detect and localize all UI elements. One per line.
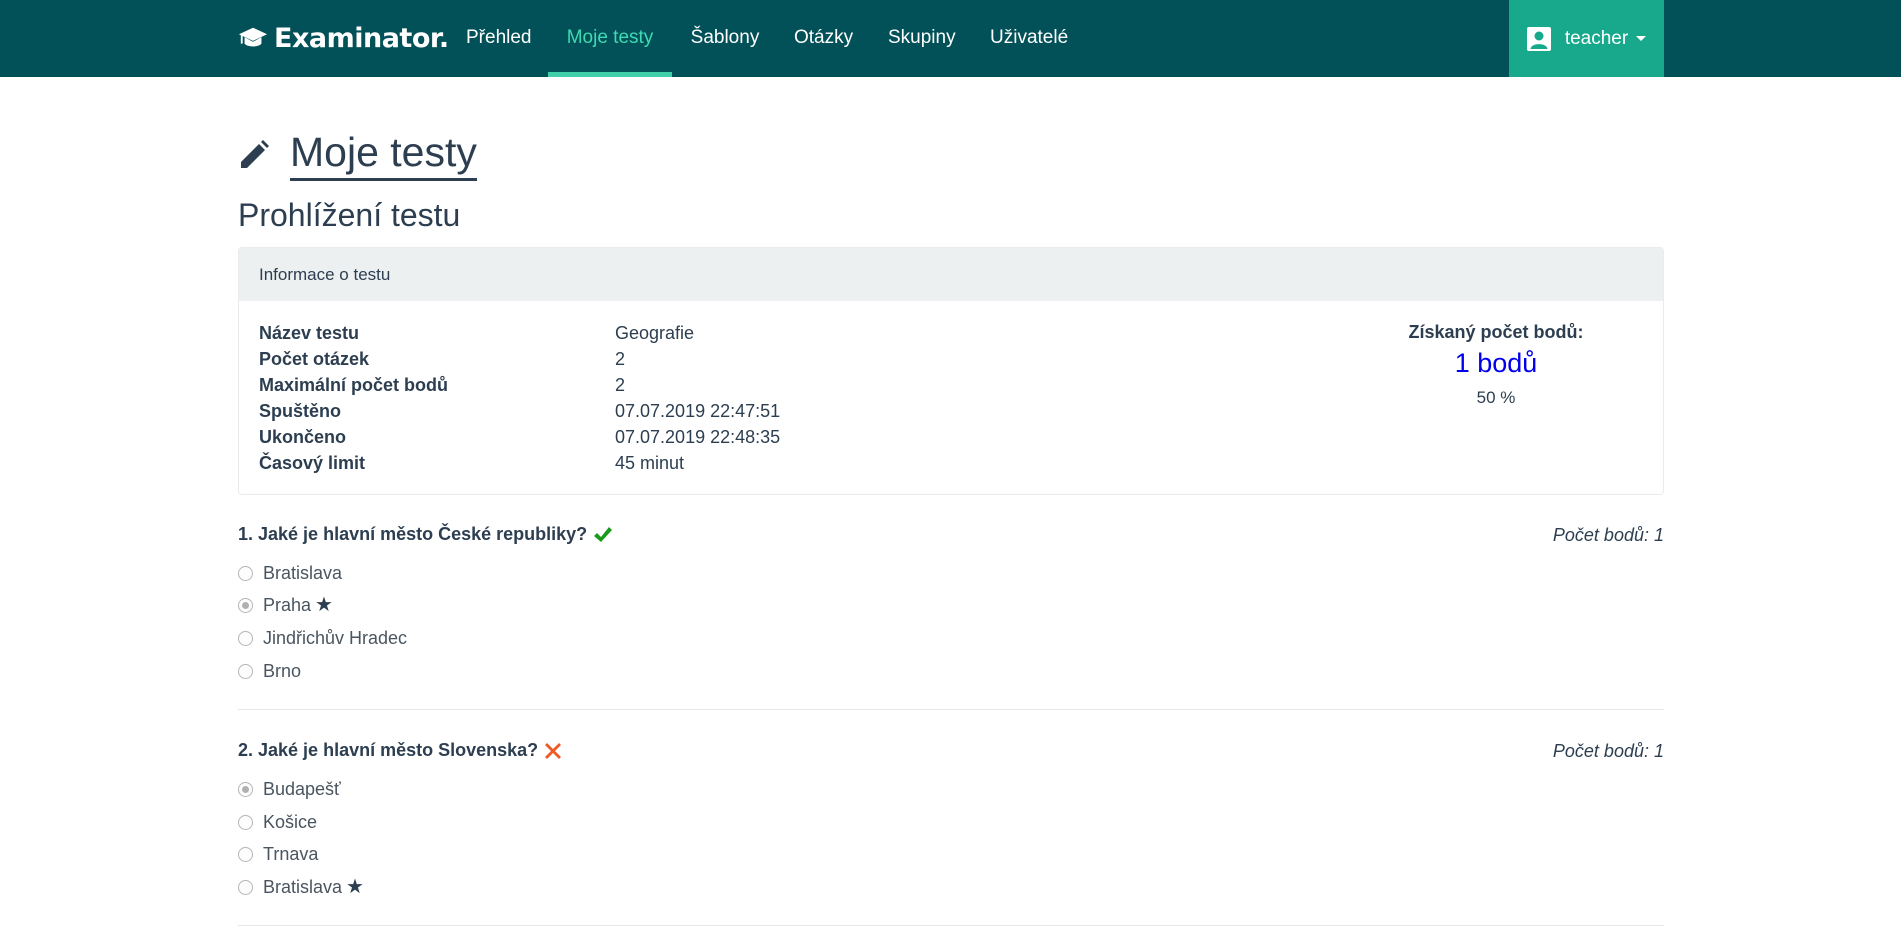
check-icon — [594, 526, 613, 542]
info-value-started: 07.07.2019 22:47:51 — [615, 401, 781, 421]
graduation-cap-icon — [238, 27, 268, 47]
score-label: Získaný počet bodů: — [1408, 322, 1584, 342]
score-percent: 50 % — [1476, 388, 1516, 407]
info-label-started: Spuštěno — [259, 401, 342, 421]
answer-label: Jindřichův Hradec — [263, 627, 408, 648]
answer-label: Praha — [263, 594, 312, 615]
radio-button[interactable] — [238, 846, 253, 862]
answer-option[interactable]: Trnava — [238, 844, 318, 864]
cross-icon — [545, 742, 562, 759]
radio-button[interactable] — [238, 565, 253, 581]
question-title: 1. Jaké je hlavní město České republiky? — [238, 524, 613, 545]
answer-label: Bratislava — [263, 562, 343, 583]
nav-item-prehled[interactable]: Přehled — [466, 0, 532, 77]
answer-option[interactable]: Brno — [238, 661, 301, 681]
nav-item-moje-testy[interactable]: Moje testy — [548, 0, 672, 77]
question-points: Počet bodů: 1 — [1552, 525, 1664, 545]
info-label-name: Název testu — [259, 323, 360, 343]
nav-item-uzivatele[interactable]: Uživatelé — [990, 0, 1068, 77]
info-label-time-limit: Časový limit — [259, 453, 366, 473]
question-text: 2. Jaké je hlavní město Slovenska? — [238, 740, 539, 760]
radio-button[interactable] — [238, 663, 253, 679]
test-info-card: Informace o testu Název testu Geografie … — [238, 247, 1664, 495]
info-value-name: Geografie — [615, 323, 695, 343]
answer-option[interactable]: Bratislava ★ — [238, 877, 364, 897]
info-label-max-points: Maximální počet bodů — [259, 375, 449, 395]
answer-option[interactable]: Praha ★ — [238, 595, 333, 615]
chevron-down-icon — [1636, 36, 1647, 41]
nav-item-otazky[interactable]: Otázky — [794, 0, 853, 77]
card-header: Informace o testu — [239, 248, 1663, 301]
answer-label: Brno — [263, 660, 302, 681]
page-subtitle: Prohlížení testu — [238, 197, 461, 233]
navbar: Examinator. Přehled Moje testy Šablony O… — [0, 0, 1901, 77]
info-value-question-count: 2 — [615, 349, 626, 369]
answer-label: Trnava — [263, 843, 319, 864]
answer-option[interactable]: Bratislava — [238, 563, 342, 583]
info-label-finished: Ukončeno — [259, 427, 347, 447]
radio-button-selected[interactable] — [238, 781, 253, 797]
star-icon: ★ — [346, 876, 364, 898]
answer-option[interactable]: Jindřichův Hradec — [238, 628, 407, 648]
page-title-link[interactable]: Moje testy — [290, 128, 477, 181]
divider — [238, 709, 1664, 710]
answer-label: Bratislava — [263, 876, 343, 897]
answer-option[interactable]: Budapešť — [238, 779, 341, 799]
star-icon: ★ — [315, 594, 333, 616]
radio-button[interactable] — [238, 879, 253, 895]
nav-item-skupiny[interactable]: Skupiny — [888, 0, 956, 77]
answer-option[interactable]: Košice — [238, 812, 317, 832]
score-value: 1 bodů — [1454, 348, 1538, 378]
info-value-finished: 07.07.2019 22:48:35 — [615, 427, 781, 447]
user-icon — [1526, 26, 1551, 51]
question-text: 1. Jaké je hlavní město České republiky? — [238, 524, 588, 544]
user-name: teacher — [1564, 27, 1629, 49]
answer-label: Košice — [263, 811, 318, 832]
info-value-time-limit: 45 minut — [615, 453, 685, 473]
brand-name: Examinator. — [274, 22, 449, 54]
divider — [238, 925, 1664, 926]
info-value-max-points: 2 — [615, 375, 626, 395]
user-menu-button[interactable]: teacher — [1509, 0, 1664, 77]
info-label-question-count: Počet otázek — [259, 349, 370, 369]
pencil-icon — [241, 139, 269, 168]
radio-button[interactable] — [238, 630, 253, 646]
radio-button-selected[interactable] — [238, 597, 253, 613]
page-title: Moje testy — [238, 128, 477, 181]
radio-button[interactable] — [238, 814, 253, 830]
answer-label: Budapešť — [263, 778, 341, 799]
brand-logo[interactable]: Examinator. — [238, 20, 449, 56]
nav-item-sablony[interactable]: Šablony — [690, 0, 760, 77]
question-points: Počet bodů: 1 — [1552, 741, 1664, 761]
question-title: 2. Jaké je hlavní město Slovenska? — [238, 740, 562, 761]
